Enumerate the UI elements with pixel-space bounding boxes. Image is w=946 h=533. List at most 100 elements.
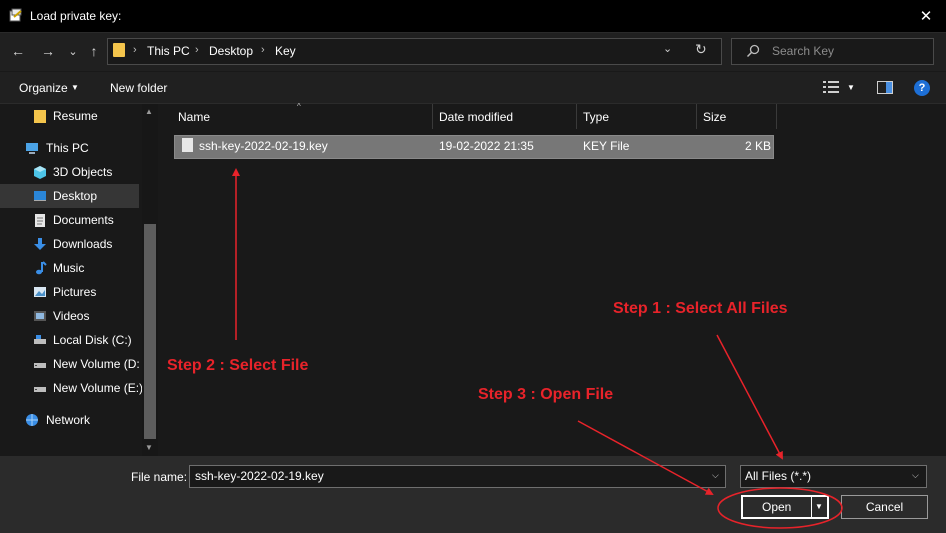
window-title: Load private key: <box>30 9 122 23</box>
forward-arrow-icon: → <box>41 43 55 59</box>
puttygen-app-icon <box>9 8 22 22</box>
column-divider[interactable] <box>432 104 433 129</box>
recent-locations-button[interactable]: ⌄ <box>64 42 82 60</box>
file-name: ssh-key-2022-02-19.key <box>199 139 328 153</box>
breadcrumb-desktop[interactable]: Desktop <box>209 44 253 58</box>
column-header-type[interactable]: Type <box>583 110 609 124</box>
music-icon <box>36 261 47 275</box>
sidebar-item-network[interactable]: Network <box>25 408 142 432</box>
file-type-filter-select[interactable]: All Files (*.*) <box>740 465 927 488</box>
sidebar-item-label: Network <box>46 413 91 427</box>
sidebar-item-label: Pictures <box>53 285 97 299</box>
up-button[interactable]: ↑ <box>85 42 103 60</box>
preview-pane-icon[interactable] <box>877 81 893 94</box>
sidebar-item-local-disk-c[interactable]: Local Disk (C:) <box>33 328 142 352</box>
forward-button[interactable]: → <box>39 42 57 60</box>
close-icon: ✕ <box>919 8 933 25</box>
column-divider[interactable] <box>696 104 697 129</box>
sidebar-item-label: Music <box>53 261 85 275</box>
cancel-button[interactable]: Cancel <box>841 495 928 519</box>
column-divider[interactable] <box>776 104 777 129</box>
network-icon <box>26 414 38 426</box>
column-divider[interactable] <box>576 104 577 129</box>
sidebar-item-label: Documents <box>53 213 114 227</box>
sidebar-item-music[interactable]: Music <box>33 256 142 280</box>
breadcrumb-separator: › <box>195 44 199 56</box>
drive-icon <box>34 387 46 392</box>
refresh-icon[interactable]: ↻ <box>695 41 707 58</box>
search-placeholder: Search Key <box>772 44 835 58</box>
sidebar-item-videos[interactable]: Videos <box>33 304 142 328</box>
sidebar-item-label: Videos <box>53 309 90 323</box>
desktop-icon <box>34 191 46 201</box>
chevron-down-icon[interactable]: ▼ <box>847 83 855 92</box>
sidebar-item-new-volume-d[interactable]: New Volume (D: <box>33 352 142 376</box>
sidebar-item-3d-objects[interactable]: 3D Objects <box>33 160 142 184</box>
sidebar-item-pictures[interactable]: Pictures <box>33 280 142 304</box>
download-icon <box>34 238 46 250</box>
chevron-down-icon[interactable]: ⌵ <box>912 470 919 481</box>
file-type: KEY File <box>583 139 630 153</box>
annotation-step1-label: Step 1 : Select All Files <box>613 300 788 317</box>
file-date-modified: 19-02-2022 21:35 <box>439 139 534 153</box>
sidebar-item-new-volume-e[interactable]: New Volume (E:) <box>33 376 142 400</box>
sidebar-item-label: 3D Objects <box>53 165 113 179</box>
back-button[interactable]: ← <box>9 42 27 60</box>
sidebar-item-label: Desktop <box>53 189 98 203</box>
cube-icon <box>34 166 46 179</box>
file-icon <box>182 138 193 152</box>
address-bar[interactable] <box>107 38 722 65</box>
column-header-date-modified[interactable]: Date modified <box>439 110 513 124</box>
sidebar-item-label: New Volume (D: <box>53 357 140 371</box>
breadcrumb-separator: › <box>261 44 265 56</box>
file-name-field[interactable]: ssh-key-2022-02-19.key <box>189 465 726 488</box>
sidebar-item-label: This PC <box>46 141 89 155</box>
search-icon <box>746 44 760 58</box>
chevron-down-icon[interactable]: ⌵ <box>712 470 719 481</box>
split-button-divider <box>811 497 812 517</box>
breadcrumb-key[interactable]: Key <box>275 44 296 58</box>
breadcrumb-this-pc[interactable]: This PC <box>147 44 190 58</box>
close-button[interactable]: ✕ <box>906 0 946 32</box>
scrollbar-thumb[interactable] <box>144 224 156 439</box>
sidebar-item-downloads[interactable]: Downloads <box>33 232 142 256</box>
sidebar-item-label: New Volume (E:) <box>53 381 142 395</box>
chevron-down-icon: ⌄ <box>68 45 78 58</box>
address-dropdown-icon[interactable]: ⌄ <box>663 42 672 55</box>
back-arrow-icon: ← <box>11 43 25 59</box>
title-bar <box>0 0 946 33</box>
file-size: 2 KB <box>745 139 772 153</box>
sidebar-item-resume[interactable]: Resume <box>33 104 142 128</box>
folder-icon <box>113 43 125 57</box>
file-name-label: File name: <box>131 470 188 484</box>
sidebar-item-desktop[interactable]: Desktop <box>0 184 139 208</box>
sidebar-item-this-pc[interactable]: This PC <box>25 136 142 160</box>
scroll-up-icon[interactable]: ▲ <box>145 107 153 116</box>
computer-icon <box>26 143 38 154</box>
annotation-step3-label: Step 3 : Open File <box>478 386 614 403</box>
view-options-icon[interactable] <box>823 81 839 93</box>
sidebar-item-label: Local Disk (C:) <box>53 333 132 347</box>
open-button-label: Open <box>762 500 792 514</box>
sidebar-item-label: Downloads <box>53 237 113 251</box>
up-arrow-icon: ↑ <box>90 43 98 59</box>
sidebar-item-label: Resume <box>53 109 98 123</box>
sort-ascending-icon: ^ <box>297 102 301 111</box>
video-icon <box>34 311 46 321</box>
breadcrumb-separator: › <box>133 44 137 56</box>
drive-icon <box>34 363 46 368</box>
organize-button[interactable]: Organize <box>19 81 68 95</box>
help-icon[interactable]: ? <box>914 80 930 96</box>
chevron-down-icon[interactable]: ▼ <box>71 83 79 92</box>
column-header-size[interactable]: Size <box>703 110 726 124</box>
scroll-down-icon[interactable]: ▼ <box>145 443 153 452</box>
open-options-dropdown-icon[interactable]: ▼ <box>815 502 823 511</box>
new-folder-button[interactable]: New folder <box>110 81 167 95</box>
column-header-name[interactable]: Name <box>178 110 210 124</box>
document-icon <box>35 214 45 227</box>
picture-icon <box>34 287 46 297</box>
sidebar-item-documents[interactable]: Documents <box>33 208 142 232</box>
folder-icon <box>34 110 46 123</box>
annotation-step2-label: Step 2 : Select File <box>167 357 309 374</box>
drive-icon <box>34 335 46 344</box>
